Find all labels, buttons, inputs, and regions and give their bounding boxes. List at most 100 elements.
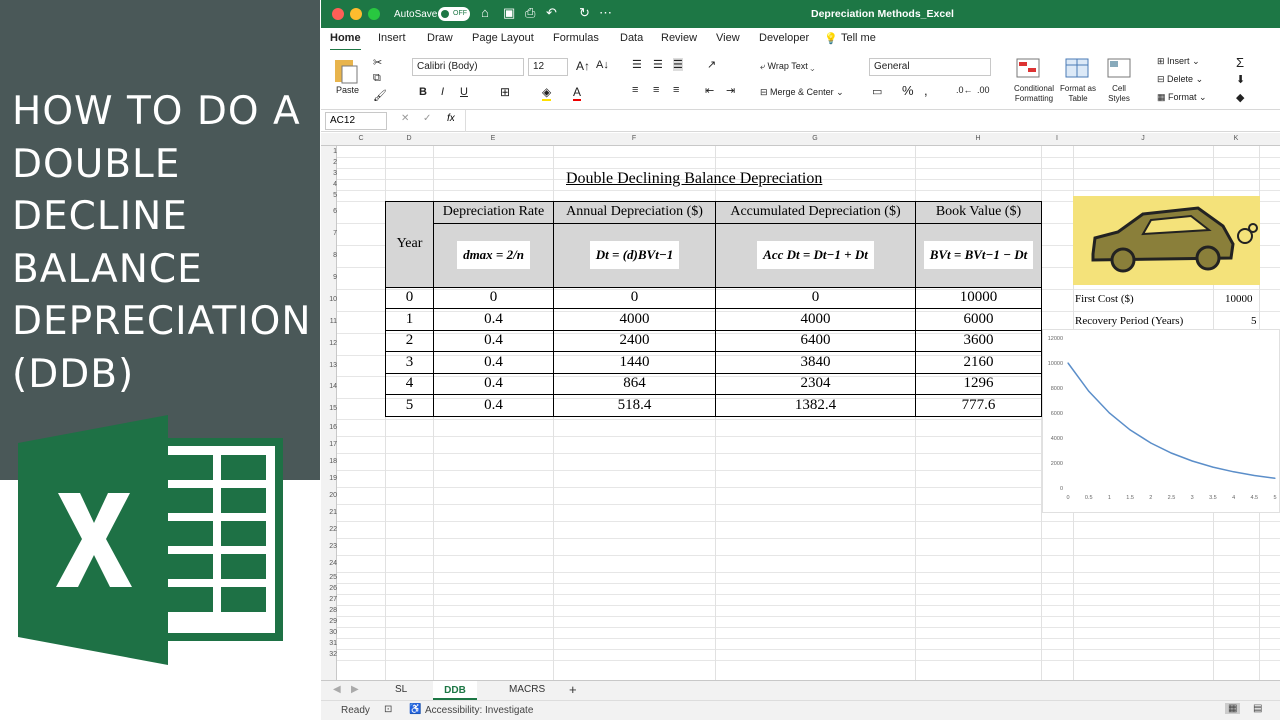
accessibility-icon[interactable]: ♿: [409, 704, 421, 715]
prev-sheet-icon[interactable]: ◀: [333, 684, 341, 695]
accum-formula-cell[interactable]: Acc Dt = Dt−1 + Dt: [715, 222, 916, 288]
align-bottom-icon[interactable]: ☰: [673, 58, 683, 71]
row-header-7[interactable]: 7: [321, 230, 337, 237]
cell-styles-icon[interactable]: [1107, 58, 1131, 78]
accessibility-status[interactable]: Accessibility: Investigate: [425, 705, 533, 716]
row-header-30[interactable]: 30: [321, 629, 337, 636]
formula-input[interactable]: [465, 110, 1280, 132]
fill-color-icon[interactable]: ◈: [542, 85, 552, 101]
row-header-15[interactable]: 15: [321, 405, 337, 412]
increase-font-icon[interactable]: A↑: [576, 59, 590, 73]
align-right-icon[interactable]: ≡: [673, 84, 679, 96]
merge-center-button[interactable]: ⊟ Merge & Center ⌄: [760, 87, 844, 98]
annual-cell[interactable]: 864: [553, 372, 716, 395]
tab-formulas[interactable]: Formulas: [553, 32, 599, 44]
undo-icon[interactable]: ↶: [546, 5, 557, 21]
close-window-button[interactable]: [332, 8, 344, 20]
row-header-22[interactable]: 22: [321, 526, 337, 533]
delete-cells-button[interactable]: ⊟ Delete ⌄: [1157, 74, 1203, 85]
fill-icon[interactable]: ⬇: [1236, 73, 1245, 86]
page-layout-view-icon[interactable]: ▤: [1253, 703, 1262, 714]
row-header-28[interactable]: 28: [321, 607, 337, 614]
function-icon[interactable]: fx: [447, 113, 455, 124]
annual-formula-cell[interactable]: Dt = (d)BVt−1: [553, 222, 716, 288]
col-header-c[interactable]: C: [337, 135, 385, 142]
row-header-8[interactable]: 8: [321, 252, 337, 259]
accum-cell[interactable]: 6400: [715, 329, 916, 352]
tab-draw[interactable]: Draw: [427, 32, 453, 44]
format-cells-button[interactable]: ▦ Format ⌄: [1157, 92, 1207, 103]
save-icon[interactable]: ▣: [503, 5, 515, 21]
home-icon[interactable]: ⌂: [481, 5, 489, 20]
row-header-13[interactable]: 13: [321, 362, 337, 369]
annual-cell[interactable]: 0: [553, 286, 716, 309]
col-header-j[interactable]: J: [1073, 135, 1213, 142]
enter-icon[interactable]: ✓: [423, 113, 431, 124]
book-cell[interactable]: 10000: [915, 286, 1042, 309]
macro-icon[interactable]: ⊡: [384, 704, 392, 715]
comma-icon[interactable]: ,: [924, 83, 928, 98]
add-sheet-icon[interactable]: +: [569, 682, 577, 697]
annual-header[interactable]: Annual Depreciation ($): [553, 201, 716, 224]
rate-cell[interactable]: 0.4: [433, 329, 554, 352]
decrease-decimal-icon[interactable]: .00: [977, 85, 990, 95]
first-cost-label[interactable]: First Cost ($): [1075, 293, 1134, 305]
tab-data[interactable]: Data: [620, 32, 643, 44]
book-cell[interactable]: 3600: [915, 329, 1042, 352]
row-header-24[interactable]: 24: [321, 560, 337, 567]
tab-insert[interactable]: Insert: [378, 32, 406, 44]
worksheet-grid[interactable]: C D E F G H I J K Double Declining Balan…: [321, 133, 1280, 680]
col-header-i[interactable]: I: [1041, 135, 1073, 142]
book-cell[interactable]: 6000: [915, 308, 1042, 331]
increase-indent-icon[interactable]: ⇥: [726, 84, 735, 97]
borders-icon[interactable]: ⊞: [500, 85, 510, 99]
accum-cell[interactable]: 4000: [715, 308, 916, 331]
next-sheet-icon[interactable]: ▶: [351, 684, 359, 695]
font-name-select[interactable]: Calibri (Body): [412, 58, 524, 76]
row-header-20[interactable]: 20: [321, 492, 337, 499]
accum-cell[interactable]: 2304: [715, 372, 916, 395]
row-header-1[interactable]: 1: [321, 148, 337, 155]
rate-cell[interactable]: 0.4: [433, 372, 554, 395]
increase-decimal-icon[interactable]: .0←: [956, 85, 973, 95]
row-header-27[interactable]: 27: [321, 596, 337, 603]
wrap-text-button[interactable]: ⤶ Wrap Text ⌄: [760, 61, 814, 72]
percent-icon[interactable]: %: [902, 83, 914, 98]
row-header-25[interactable]: 25: [321, 574, 337, 581]
align-center-icon[interactable]: ≡: [653, 84, 659, 96]
rate-cell[interactable]: 0.4: [433, 308, 554, 331]
format-table-button[interactable]: Format as Table: [1057, 84, 1099, 104]
normal-view-icon[interactable]: ▦: [1225, 703, 1241, 714]
zoom-window-button[interactable]: [368, 8, 380, 20]
decrease-font-icon[interactable]: A↓: [596, 59, 609, 71]
year-cell[interactable]: 4: [385, 372, 434, 395]
accounting-icon[interactable]: ▭: [872, 85, 882, 98]
tell-me[interactable]: Tell me: [841, 32, 876, 44]
autosum-icon[interactable]: Σ: [1236, 55, 1244, 70]
rate-cell[interactable]: 0.4: [433, 351, 554, 374]
tab-view[interactable]: View: [716, 32, 740, 44]
row-header-11[interactable]: 11: [321, 318, 337, 325]
year-cell[interactable]: 5: [385, 394, 434, 417]
row-header-32[interactable]: 32: [321, 651, 337, 658]
book-value-chart[interactable]: 0 2000 4000 6000 8000 10000 12000 0 0.5 1 1.5 2 2.5 3…: [1042, 329, 1280, 513]
document-title[interactable]: Depreciation Methods_Excel: [811, 8, 954, 20]
col-header-g[interactable]: G: [715, 135, 915, 142]
row-header-12[interactable]: 12: [321, 340, 337, 347]
decrease-indent-icon[interactable]: ⇤: [705, 84, 714, 97]
accum-cell[interactable]: 3840: [715, 351, 916, 374]
cancel-icon[interactable]: ✕: [401, 113, 409, 124]
recovery-value[interactable]: 5: [1251, 315, 1257, 327]
first-cost-value[interactable]: 10000: [1225, 293, 1253, 305]
font-size-select[interactable]: 12: [528, 58, 568, 76]
row-header-9[interactable]: 9: [321, 274, 337, 281]
conditional-formatting-icon[interactable]: [1016, 58, 1040, 78]
minimize-window-button[interactable]: [350, 8, 362, 20]
recovery-label[interactable]: Recovery Period (Years): [1075, 315, 1183, 327]
paste-icon[interactable]: [333, 56, 359, 84]
row-header-18[interactable]: 18: [321, 458, 337, 465]
col-header-e[interactable]: E: [433, 135, 553, 142]
book-cell[interactable]: 777.6: [915, 394, 1042, 417]
row-header-23[interactable]: 23: [321, 543, 337, 550]
year-cell[interactable]: 1: [385, 308, 434, 331]
